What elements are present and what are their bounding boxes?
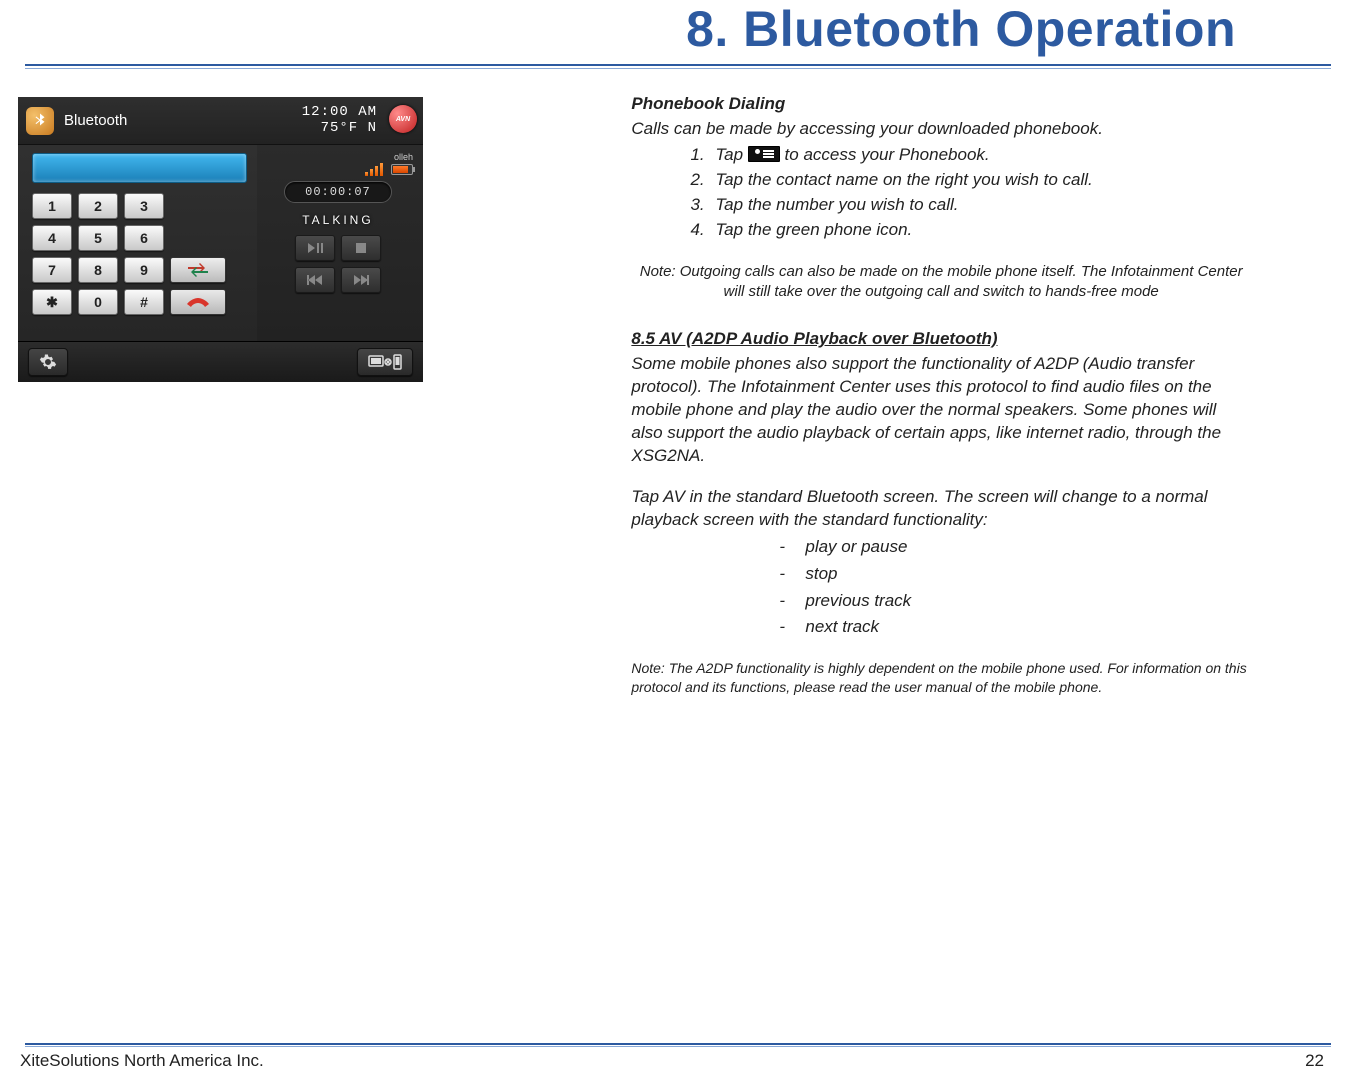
keypad-1[interactable]: 1 xyxy=(32,193,72,219)
step-3: Tap the number you wish to call. xyxy=(709,194,1251,217)
step-2: Tap the contact name on the right you wi… xyxy=(709,169,1251,192)
keypad-2[interactable]: 2 xyxy=(78,193,118,219)
keypad-0[interactable]: 0 xyxy=(78,289,118,315)
a2dp-item-next: next track xyxy=(779,616,1251,639)
next-track-button[interactable] xyxy=(341,267,381,293)
device-mode-button[interactable] xyxy=(357,348,413,376)
device-screenshot: Bluetooth 12:00 AM 75°F N AVN 1 2 3 xyxy=(18,97,423,382)
hangup-button[interactable] xyxy=(170,289,226,315)
step-1: Tap to access your Phonebook. xyxy=(709,144,1251,167)
keypad-5[interactable]: 5 xyxy=(78,225,118,251)
play-pause-button[interactable] xyxy=(295,235,335,261)
avn-badge-icon: AVN xyxy=(389,105,417,133)
call-status: TALKING xyxy=(263,213,413,227)
stop-button[interactable] xyxy=(341,235,381,261)
number-display[interactable] xyxy=(32,153,247,183)
keypad-star[interactable]: ✱ xyxy=(32,289,72,315)
signal-icon xyxy=(365,162,387,176)
a2dp-item-playpause: play or pause xyxy=(779,536,1251,559)
device-clock: 12:00 AM xyxy=(302,105,377,120)
a2dp-note: Note: The A2DP functionality is highly d… xyxy=(631,659,1251,697)
settings-button[interactable] xyxy=(28,348,68,376)
battery-icon xyxy=(391,164,413,175)
call-timer: 00:00:07 xyxy=(284,181,392,203)
keypad-swap-button[interactable] xyxy=(170,257,226,283)
keypad-4[interactable]: 4 xyxy=(32,225,72,251)
keypad-8[interactable]: 8 xyxy=(78,257,118,283)
footer-company: XiteSolutions North America Inc. xyxy=(20,1051,264,1071)
phonebook-heading: Phonebook Dialing xyxy=(631,93,1251,116)
a2dp-para1: Some mobile phones also support the func… xyxy=(631,353,1251,468)
page-number: 22 xyxy=(1305,1051,1324,1071)
phonebook-note: Note: Outgoing calls can also be made on… xyxy=(631,262,1251,303)
footer-rule xyxy=(25,1043,1331,1045)
a2dp-item-prev: previous track xyxy=(779,590,1251,613)
keypad-9[interactable]: 9 xyxy=(124,257,164,283)
bluetooth-app-icon xyxy=(26,107,54,135)
a2dp-item-stop: stop xyxy=(779,563,1251,586)
keypad-6[interactable]: 6 xyxy=(124,225,164,251)
device-title: Bluetooth xyxy=(64,112,302,129)
prev-track-button[interactable] xyxy=(295,267,335,293)
step1-pre: Tap xyxy=(715,145,747,164)
a2dp-heading: 8.5 AV (A2DP Audio Playback over Bluetoo… xyxy=(631,328,1251,351)
keypad-7[interactable]: 7 xyxy=(32,257,72,283)
phonebook-icon xyxy=(748,146,780,162)
phonebook-intro: Calls can be made by accessing your down… xyxy=(631,118,1251,141)
device-temp: 75°F N xyxy=(302,121,377,136)
carrier-label: olleh xyxy=(394,152,413,162)
keypad-3[interactable]: 3 xyxy=(124,193,164,219)
step1-post: to access your Phonebook. xyxy=(780,145,990,164)
keypad-hash[interactable]: # xyxy=(124,289,164,315)
a2dp-para2: Tap AV in the standard Bluetooth screen.… xyxy=(631,486,1251,532)
step-4: Tap the green phone icon. xyxy=(709,219,1251,242)
page-title: 8. Bluetooth Operation xyxy=(20,0,1236,58)
